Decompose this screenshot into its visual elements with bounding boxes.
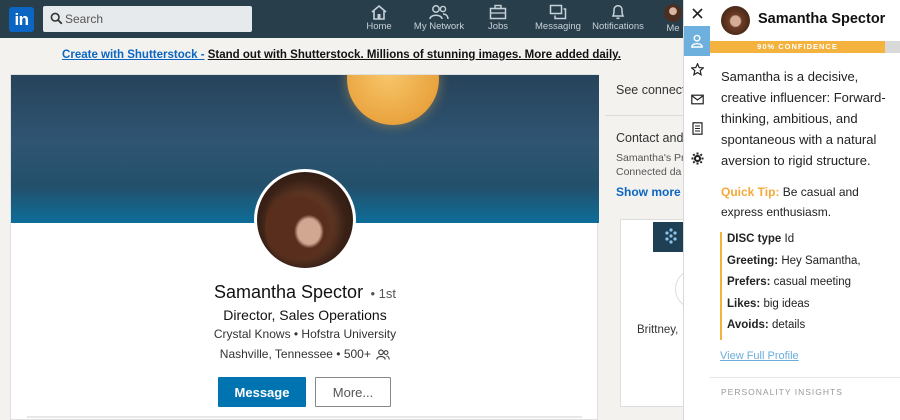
- avatar: [664, 4, 682, 22]
- nav-label: Messaging: [535, 21, 581, 32]
- nav-label: My Network: [413, 21, 465, 32]
- document-icon[interactable]: [691, 122, 704, 135]
- disc-label: Avoids:: [727, 319, 769, 331]
- panel-person-name: Samantha Spector: [758, 11, 886, 27]
- person-icon: [691, 34, 703, 48]
- list-item: Greeting: Hey Samantha,: [720, 253, 895, 275]
- confidence-label: 90% CONFIDENCE: [757, 42, 838, 51]
- disc-label: DISC type: [727, 233, 782, 245]
- banner-link[interactable]: Create with Shutterstock -: [62, 49, 205, 61]
- rail-tab-profile[interactable]: [684, 26, 711, 56]
- disc-value: details: [771, 319, 806, 331]
- disc-value: Id: [784, 233, 795, 245]
- show-more-label: Show more: [616, 185, 681, 199]
- see-connections-link[interactable]: See connect: [616, 83, 685, 97]
- moon-image: [347, 75, 439, 125]
- profile-photo[interactable]: [254, 169, 356, 271]
- briefcase-icon: [489, 4, 507, 20]
- bell-icon: [611, 5, 625, 20]
- profile-card: Samantha Spector • 1st Director, Sales O…: [10, 74, 599, 420]
- nav-label: Notifications: [592, 21, 644, 32]
- ad-name: Brittney,: [637, 324, 679, 336]
- crystal-panel: Samantha Spector 90% CONFIDENCE Samantha…: [710, 0, 900, 420]
- profile-name: Samantha Spector: [213, 282, 364, 302]
- linkedin-logo[interactable]: in: [9, 7, 34, 32]
- more-button[interactable]: More...: [315, 377, 391, 407]
- disc-value: Hey Samantha,: [781, 254, 861, 267]
- search-icon: [50, 12, 63, 25]
- show-more-link[interactable]: Show more: [616, 185, 681, 199]
- connections-icon[interactable]: [376, 349, 390, 360]
- disc-value: big ideas: [763, 297, 810, 310]
- name-row: Samantha Spector • 1st: [11, 282, 599, 303]
- profile-location: Nashville, Tennessee • 500+: [219, 347, 371, 361]
- crystal-logo-icon: [665, 228, 677, 244]
- disc-label: Likes:: [727, 297, 761, 310]
- nav-item-notifications[interactable]: Notifications: [590, 4, 646, 36]
- disc-value: casual meeting: [773, 276, 852, 288]
- confidence-bar: 90% CONFIDENCE: [710, 41, 900, 53]
- avatar: [721, 6, 750, 35]
- disc-list: DISC type Id Greeting: Hey Samantha, Pre…: [720, 232, 895, 340]
- messaging-icon: [549, 4, 567, 20]
- nav-item-jobs[interactable]: Jobs: [484, 4, 512, 36]
- gear-icon[interactable]: [691, 152, 704, 165]
- home-icon: [371, 4, 387, 20]
- search-box[interactable]: [43, 6, 252, 32]
- profile-headline: Director, Sales Operations: [223, 307, 387, 323]
- contact-connected-line: Connected da: [616, 166, 682, 178]
- divider: [605, 115, 685, 116]
- close-button[interactable]: [684, 0, 711, 26]
- quick-tip-label: Quick Tip:: [721, 185, 780, 199]
- email-icon[interactable]: [691, 93, 704, 106]
- search-input[interactable]: [63, 6, 248, 32]
- nav-item-me[interactable]: Me: [664, 4, 682, 36]
- profile-education: Crystal Knows • Hofstra University: [213, 327, 397, 341]
- view-full-profile-link[interactable]: View Full Profile: [720, 350, 799, 362]
- star-icon[interactable]: [691, 63, 704, 76]
- connection-degree: • 1st: [370, 286, 397, 301]
- banner-message[interactable]: Stand out with Shutterstock. Millions of…: [208, 49, 621, 61]
- ad-banner: Create with Shutterstock - Stand out wit…: [0, 38, 683, 74]
- list-item: Prefers: casual meeting: [720, 275, 895, 297]
- nav-label: Jobs: [487, 21, 509, 32]
- portrait-image: [265, 182, 345, 268]
- crystal-rail: [683, 0, 711, 420]
- right-column: See connect Contact and Samantha's Pr Co…: [605, 74, 685, 420]
- contact-info-title: Contact and: [616, 131, 684, 145]
- contact-profile-line: Samantha's Pr: [616, 152, 685, 164]
- nav-item-messaging[interactable]: Messaging: [533, 4, 583, 36]
- quick-tip: Quick Tip: Be casual and express enthusi…: [721, 182, 893, 222]
- personality-summary: Samantha is a decisive, creative influen…: [721, 69, 886, 168]
- divider: [27, 416, 582, 418]
- profile-location-row: Nashville, Tennessee • 500+: [11, 347, 599, 361]
- divider: [710, 377, 900, 378]
- disc-label: Greeting:: [727, 254, 779, 267]
- list-item: Avoids: details: [720, 318, 895, 340]
- nav-label: Home: [366, 21, 392, 32]
- list-item: DISC type Id: [720, 232, 895, 254]
- personality-insights-header: PERSONALITY INSIGHTS: [721, 387, 843, 397]
- network-icon: [429, 5, 449, 20]
- message-button[interactable]: Message: [218, 377, 306, 407]
- nav-item-home[interactable]: Home: [362, 4, 396, 36]
- nav-label: Me: [666, 23, 680, 34]
- list-item: Likes: big ideas: [720, 296, 895, 318]
- ad-logo: [653, 222, 685, 252]
- disc-label: Prefers:: [727, 276, 771, 288]
- nav-item-my-network[interactable]: My Network: [412, 4, 466, 36]
- close-icon: [692, 8, 703, 19]
